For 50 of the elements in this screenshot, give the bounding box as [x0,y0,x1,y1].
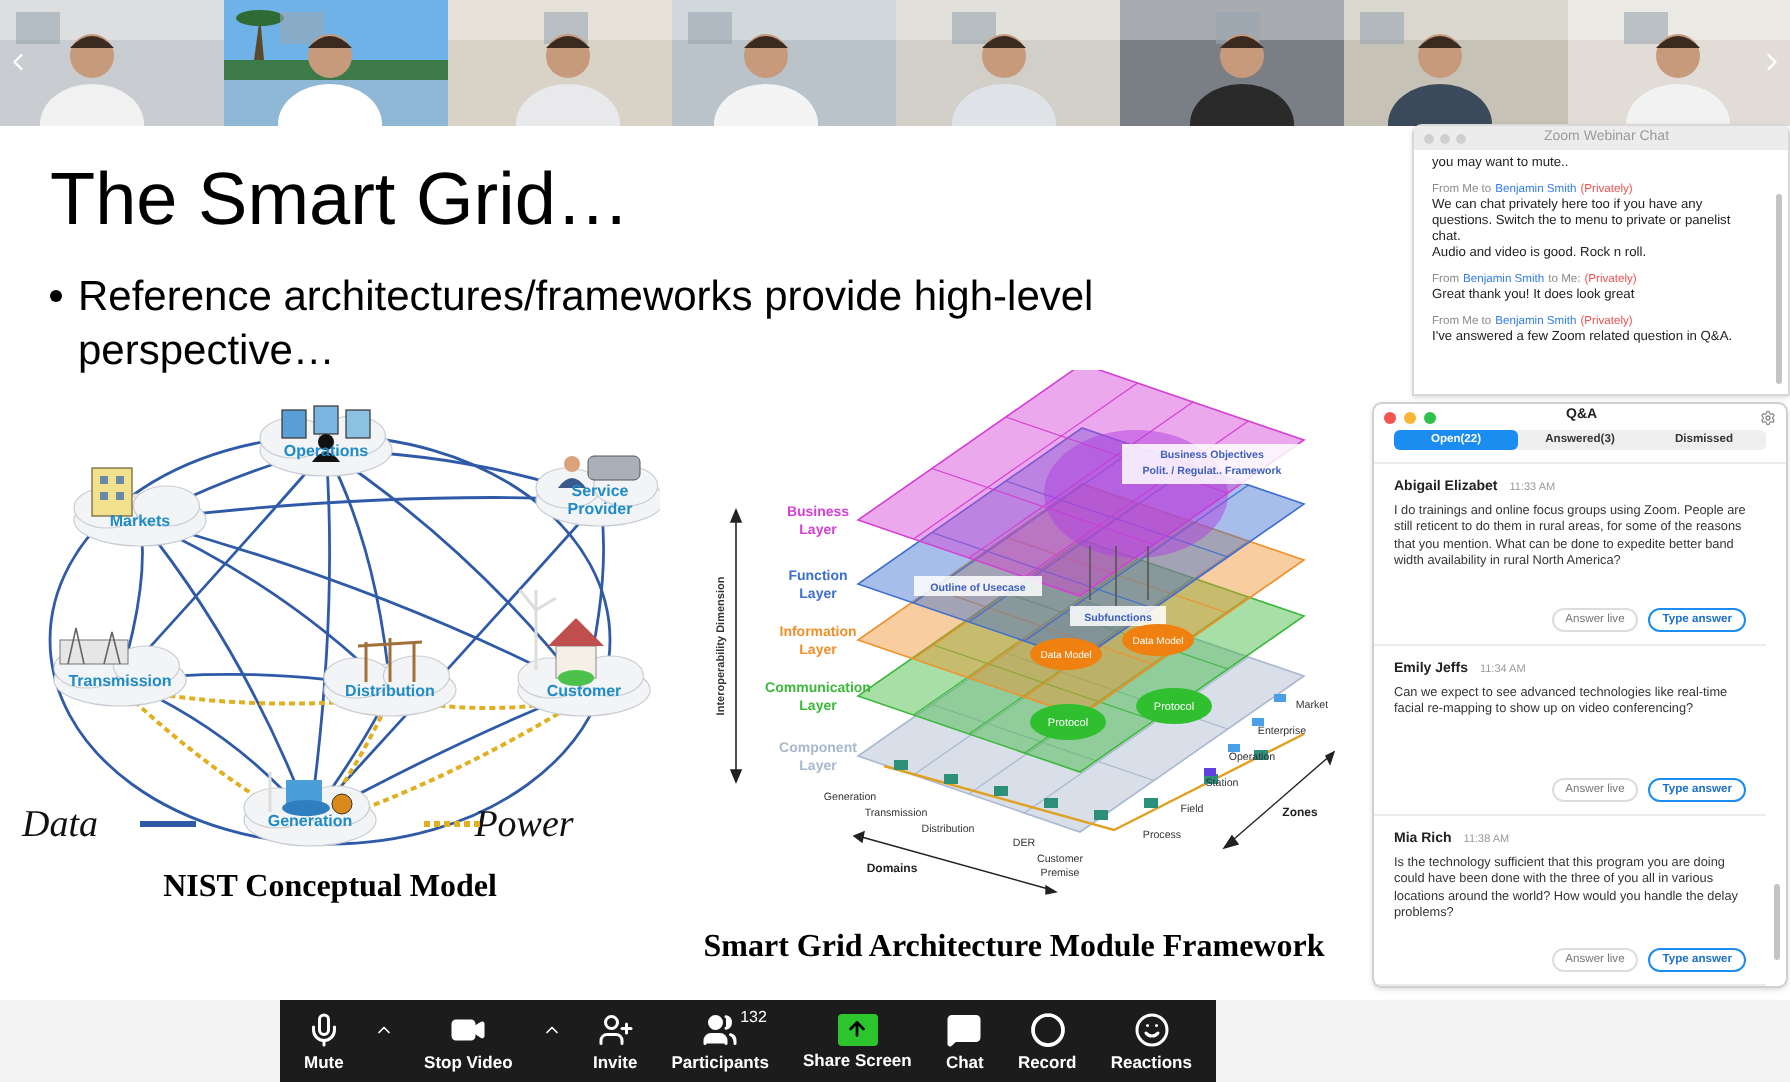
protocol-ellipse [1030,704,1106,740]
toolbar-button[interactable]: Chat [941,1011,988,1071]
node-label: Generation [267,812,353,830]
data-model-ellipse [1122,624,1194,656]
power-plant-icon [268,772,353,816]
settings-icon[interactable] [1760,409,1776,426]
connector-lines [1089,545,1149,607]
node-label: Markets [109,512,171,530]
substation-icon [59,627,129,665]
node-label: Transmission [68,672,172,690]
toolbar-button[interactable]: Mute [300,1011,348,1071]
usecase-callout [914,576,1042,596]
node-label: Customer [546,682,622,700]
protocol-ellipse [1136,688,1212,724]
figure-caption: Smart Grid Architecture Module Framework [703,930,1325,966]
node-label: Distribution [345,682,435,700]
node-label: Service Provider [567,482,633,518]
control-room-icon [281,405,371,462]
smiley-plus-icon [1133,1011,1170,1047]
toolbar-button[interactable]: Record [1013,1011,1081,1071]
toolbar-button[interactable]: Share Screen [799,1013,916,1069]
bullet-text: Reference architectures/frameworks provide high-level perspective… [78,272,1096,378]
house-and-wind-turbine-icon [518,588,604,686]
share-screen-icon [837,1013,878,1045]
maximize-button[interactable] [1424,411,1436,424]
cloud-shape [323,655,457,717]
legend-label: Power [474,804,574,846]
building-icon [91,467,133,517]
close-button[interactable] [1384,411,1396,424]
chat-bubble-icon [946,1011,983,1047]
utility-poles-icon [356,636,424,684]
add-person-icon [597,1011,634,1047]
subfunctions-callout [1070,606,1166,626]
toolbar-button[interactable]: Reactions [1106,1011,1196,1071]
toolbar-button[interactable]: Invite [588,1011,642,1071]
node-label: Operations [283,442,369,460]
record-icon [1029,1011,1066,1047]
data-model-ellipse [1030,638,1102,670]
technician-and-van-icon [558,455,641,488]
slide-title: The Smart Grid… [50,158,630,242]
figure-caption: NIST Conceptual Model [163,870,497,906]
legend-label: Data [22,804,98,846]
participant-count: 132 [740,1005,767,1029]
people-icon [702,1011,739,1047]
data-line-icon [140,821,196,827]
scrollbar[interactable] [1774,884,1780,960]
scrollbar[interactable] [1776,194,1782,384]
minimize-button[interactable] [1404,411,1416,424]
toolbar-button[interactable]: Participants 132 [667,1011,773,1071]
toolbar-button[interactable]: Stop Video [420,1011,517,1071]
